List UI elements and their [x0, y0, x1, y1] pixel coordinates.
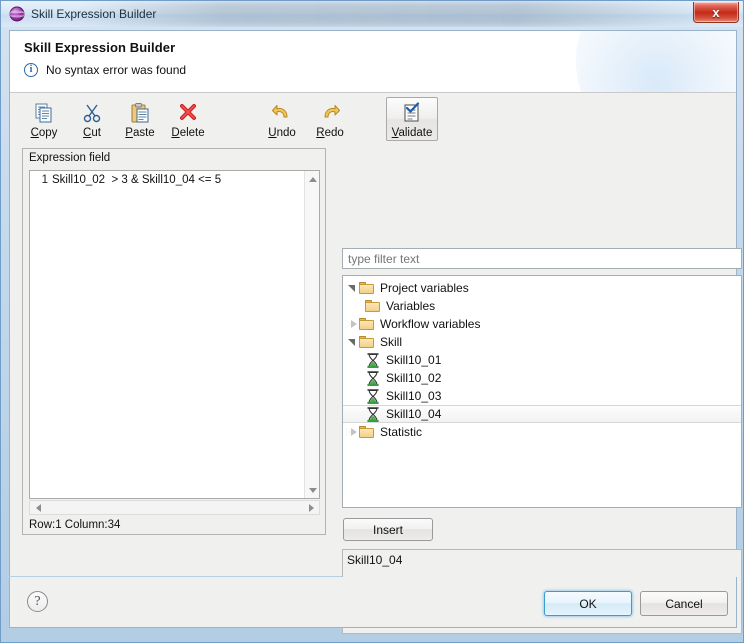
tree-item-skill10-04[interactable]: Skill10_04	[343, 405, 741, 423]
purple-sphere-icon	[9, 6, 25, 22]
copy-label: Copy	[30, 127, 58, 139]
tree-item-label: Statistic	[380, 425, 423, 439]
dialog-header: Skill Expression Builder i No syntax err…	[10, 31, 736, 93]
tree-item-label: Project variables	[380, 281, 469, 295]
cancel-button[interactable]: Cancel	[640, 591, 728, 616]
dialog-content: Copy Cut Paste Delete Undo Redo Validate…	[10, 93, 742, 634]
tree-item-label: Skill10_04	[386, 407, 442, 421]
redo-label: Redo	[316, 127, 344, 139]
expression-pane: Expression field 1 Skill10_02 > 3 & Skil…	[22, 148, 326, 535]
undo-label: Undo	[268, 127, 296, 139]
redo-button[interactable]: Redo	[306, 97, 354, 143]
ok-button[interactable]: OK	[544, 591, 632, 616]
tree-item-workflow-variables[interactable]: Workflow variables	[343, 315, 741, 333]
tree-item-variables[interactable]: Variables	[343, 297, 741, 315]
delete-label: Delete	[171, 127, 205, 139]
folder-icon	[359, 335, 375, 349]
toolbar: Copy Cut Paste Delete Undo Redo Validate	[10, 93, 736, 148]
cut-icon	[81, 102, 103, 124]
tree-item-project-variables[interactable]: Project variables	[343, 279, 741, 297]
cursor-position-status: Row:1 Column:34	[29, 519, 121, 531]
cut-label: Cut	[83, 127, 101, 139]
skill-icon	[365, 406, 381, 422]
dialog-body: Skill Expression Builder i No syntax err…	[9, 30, 742, 634]
tree-item-label: Skill10_01	[386, 353, 442, 367]
page-title: Skill Expression Builder	[24, 40, 176, 55]
redo-icon	[319, 102, 341, 124]
folder-icon	[359, 317, 375, 331]
status-message-row: i No syntax error was found	[24, 63, 722, 77]
tree-item-label: Workflow variables	[380, 317, 481, 331]
skill-icon	[365, 370, 381, 386]
validate-button[interactable]: Validate	[386, 97, 438, 141]
help-icon[interactable]: ?	[27, 591, 48, 612]
skill-icon	[365, 352, 381, 368]
scroll-up-arrow-icon[interactable]	[305, 172, 319, 186]
delete-button[interactable]: Delete	[164, 97, 212, 143]
copy-icon	[33, 102, 55, 124]
filter-input[interactable]	[342, 248, 742, 269]
info-circle-icon: i	[24, 63, 38, 77]
expression-vertical-scrollbar[interactable]	[304, 171, 319, 498]
tree-item-label: Skill10_02	[386, 371, 442, 385]
variables-tree[interactable]: Project variables Variables Workflow var…	[342, 275, 742, 508]
delete-icon	[177, 102, 199, 124]
insert-button[interactable]: Insert	[343, 518, 433, 541]
copy-button[interactable]: Copy	[20, 97, 68, 143]
skill-icon	[365, 388, 381, 404]
tree-item-skill10-03[interactable]: Skill10_03	[343, 387, 741, 405]
status-message: No syntax error was found	[46, 63, 187, 77]
close-button[interactable]: x	[693, 2, 739, 23]
chevron-right-icon[interactable]	[343, 424, 359, 440]
paste-label: Paste	[125, 127, 155, 139]
title-bar: Skill Expression Builder x	[1, 1, 743, 27]
folder-icon	[365, 299, 381, 313]
dialog-window: Skill Expression Builder x Skill Express…	[0, 0, 744, 643]
folder-icon	[359, 425, 375, 439]
paste-button[interactable]: Paste	[116, 97, 164, 143]
scroll-left-arrow-icon[interactable]	[31, 501, 45, 514]
validate-label: Validate	[391, 127, 433, 139]
expression-horizontal-scrollbar[interactable]	[29, 500, 320, 515]
dialog-footer: ? OK Cancel	[9, 577, 737, 628]
chevron-down-icon[interactable]	[343, 334, 359, 350]
expression-pane-title: Expression field	[23, 149, 325, 168]
tree-item-label: Variables	[386, 299, 436, 313]
undo-button[interactable]: Undo	[258, 97, 306, 143]
line-number-gutter: 1	[30, 171, 50, 498]
chevron-right-icon[interactable]	[343, 316, 359, 332]
close-icon: x	[712, 4, 720, 20]
tree-item-skill[interactable]: Skill	[343, 333, 741, 351]
tree-item-skill10-01[interactable]: Skill10_01	[343, 351, 741, 369]
tree-item-label: Skill	[380, 335, 403, 349]
window-title: Skill Expression Builder	[31, 7, 157, 21]
paste-icon	[129, 102, 151, 124]
scroll-down-arrow-icon[interactable]	[305, 483, 319, 497]
tree-item-label: Skill10_03	[386, 389, 442, 403]
undo-icon	[271, 102, 293, 124]
tree-item-statistic[interactable]: Statistic	[343, 423, 741, 441]
expression-editor[interactable]: 1 Skill10_02 > 3 & Skill10_04 <= 5	[29, 170, 320, 499]
folder-icon	[359, 281, 375, 295]
validate-icon	[401, 102, 423, 124]
tree-item-skill10-02[interactable]: Skill10_02	[343, 369, 741, 387]
chevron-down-icon[interactable]	[343, 280, 359, 296]
expression-code[interactable]: Skill10_02 > 3 & Skill10_04 <= 5	[52, 171, 304, 498]
cut-button[interactable]: Cut	[68, 97, 116, 143]
scroll-right-arrow-icon[interactable]	[304, 501, 318, 514]
